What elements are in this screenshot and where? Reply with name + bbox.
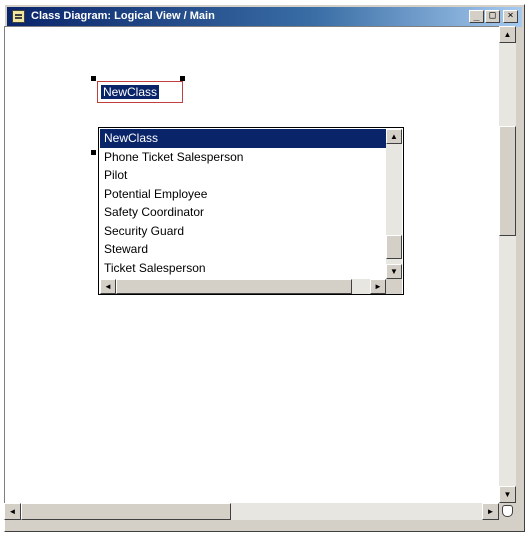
- dropdown-horizontal-scrollbar[interactable]: ◄ ►: [100, 279, 386, 294]
- scroll-up-button[interactable]: ▲: [499, 26, 516, 43]
- dropdown-scroll-corner: [386, 279, 402, 294]
- horizontal-scroll-thumb[interactable]: [21, 503, 231, 520]
- class-name-input[interactable]: NewClass: [97, 81, 183, 103]
- class-node[interactable]: NewClass: [91, 76, 185, 155]
- dropdown-item[interactable]: Security Guard: [100, 222, 386, 241]
- window-title: Class Diagram: Logical View / Main: [31, 10, 215, 22]
- dropdown-item[interactable]: Potential Employee: [100, 185, 386, 204]
- hand-icon: [502, 505, 513, 517]
- title-bar[interactable]: Class Diagram: Logical View / Main _ □ ×: [7, 7, 522, 27]
- dropdown-item[interactable]: Phone Ticket Salesperson: [100, 148, 386, 167]
- resize-handle-top-left[interactable]: [91, 76, 96, 81]
- dropdown-horizontal-thumb[interactable]: [116, 279, 352, 294]
- dropdown-list[interactable]: NewClass Phone Ticket Salesperson Pilot Pot…: [100, 129, 386, 279]
- dropdown-item[interactable]: Pilot: [100, 166, 386, 185]
- scroll-left-button[interactable]: ◄: [4, 503, 21, 520]
- diagram-icon: [12, 10, 25, 23]
- close-button[interactable]: ×: [503, 10, 518, 23]
- minimize-button[interactable]: _: [469, 10, 484, 23]
- scroll-right-button[interactable]: ►: [482, 503, 499, 520]
- dropdown-item[interactable]: Ticket Salesperson: [100, 259, 386, 278]
- vertical-scroll-thumb[interactable]: [499, 126, 516, 236]
- dropdown-item[interactable]: NewClass: [100, 129, 386, 148]
- class-name-selected-text: NewClass: [101, 85, 160, 99]
- horizontal-scrollbar[interactable]: ◄ ►: [4, 503, 499, 520]
- class-name-dropdown[interactable]: NewClass Phone Ticket Salesperson Pilot Pot…: [98, 127, 404, 295]
- dropdown-scroll-right-button[interactable]: ►: [370, 279, 386, 294]
- dropdown-item[interactable]: Steward: [100, 240, 386, 259]
- maximize-button[interactable]: □: [485, 10, 500, 23]
- dropdown-item[interactable]: Safety Coordinator: [100, 203, 386, 222]
- scroll-down-button[interactable]: ▼: [499, 486, 516, 503]
- dropdown-scroll-thumb[interactable]: [386, 235, 402, 259]
- dropdown-vertical-scrollbar[interactable]: ▲ ▼: [386, 129, 402, 279]
- size-grip[interactable]: [499, 503, 516, 520]
- resize-handle-bottom-left[interactable]: [91, 150, 96, 155]
- dropdown-scroll-up-button[interactable]: ▲: [386, 129, 402, 144]
- dropdown-scroll-left-button[interactable]: ◄: [100, 279, 116, 294]
- vertical-scrollbar[interactable]: ▲ ▼: [499, 26, 516, 503]
- dropdown-scroll-down-button[interactable]: ▼: [386, 264, 402, 279]
